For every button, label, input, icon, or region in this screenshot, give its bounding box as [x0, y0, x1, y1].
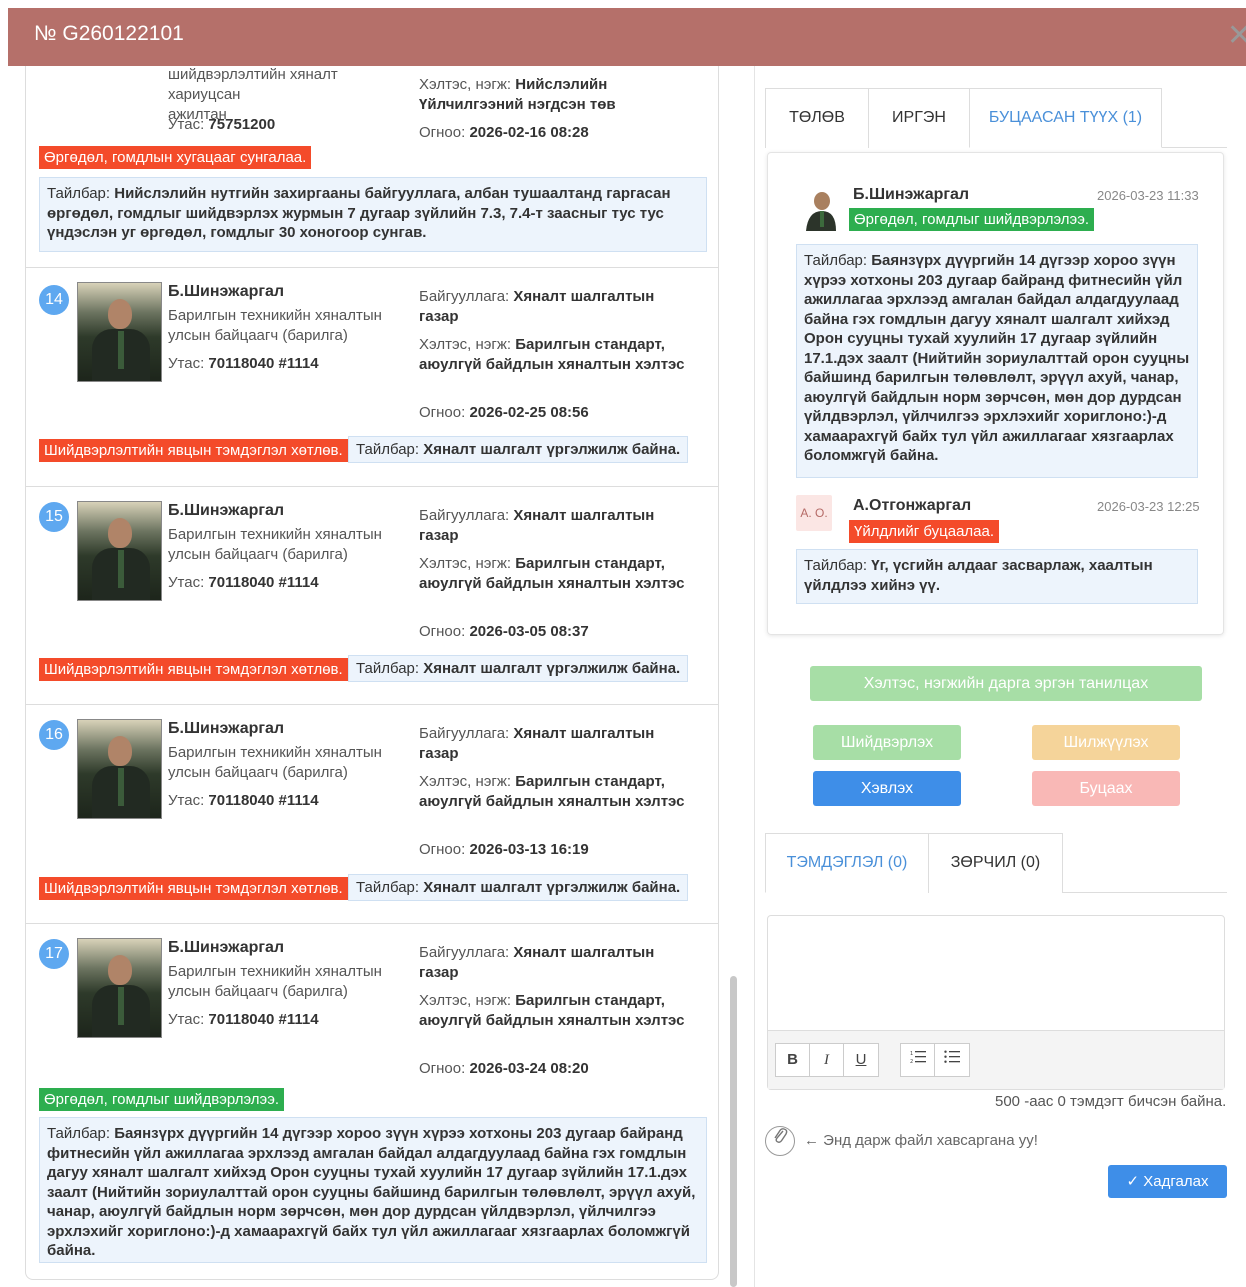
resolve-button[interactable]: Шийдвэрлэх	[813, 725, 961, 760]
bullet-list-icon[interactable]	[935, 1044, 969, 1076]
history-card: 14 Б.Шинэжаргал Барилгын техникийн хянал…	[26, 268, 718, 487]
save-button[interactable]: ✓ Хадгалах	[1108, 1165, 1227, 1198]
person-name: Б.Шинэжаргал	[168, 720, 285, 737]
modal-title: № G260122101	[34, 22, 184, 45]
avatar	[77, 719, 162, 819]
person-position: Барилгын техникийн хяналтын улсын байцаа…	[168, 744, 382, 781]
avatar	[77, 501, 162, 601]
tab-status[interactable]: ТӨЛӨВ	[765, 88, 869, 148]
note-box: Тайлбар: Нийслэлийн нутгийн захиргааны б…	[39, 177, 707, 252]
avatar	[77, 938, 162, 1038]
person-name: Б.Шинэжаргал	[168, 502, 285, 519]
person-phone: Утас: 70118040 #1114	[168, 355, 319, 372]
underline-button[interactable]: U	[844, 1044, 878, 1076]
note-box: Тайлбар: Хяналт шалгалт үргэлжилж байна.	[348, 874, 689, 901]
person-phone: Утас: 70118040 #1114	[168, 1011, 319, 1028]
date-info: Огноо: 2026-03-24 08:20	[419, 1060, 589, 1077]
scrollbar-thumb[interactable]	[730, 976, 737, 1287]
editor-toolbar: B I U 12	[768, 1030, 1224, 1089]
entry-number-badge: 17	[39, 939, 69, 969]
return-button[interactable]: Буцаах	[1032, 771, 1180, 806]
history-timestamp: 2026-03-23 11:33	[1097, 188, 1199, 203]
divider	[754, 66, 755, 1287]
tab-citizen[interactable]: ИРГЭН	[868, 88, 970, 148]
entry-number-badge: 16	[39, 720, 69, 750]
modal-header: № G260122101 ✕	[8, 8, 1246, 66]
notes-tabs: ТЭМДЭГЛЭЛ (0) ЗӨРЧИЛ (0)	[765, 833, 1227, 893]
unit-info: Хэлтэс, нэгж: Барилгын стандарт, аюулгүй…	[419, 992, 685, 1029]
org-info: Байгууллага: Хяналт шалгалтын газар	[419, 288, 655, 325]
status-badge: Өргөдөл, гомдлыг шийдвэрлэлээ.	[849, 208, 1095, 231]
person-phone: Утас: 70118040 #1114	[168, 792, 319, 809]
history-card-top: шийдвэрлэлтийн хяналт хариуцсан ажилтан …	[26, 66, 718, 268]
history-card: 17 Б.Шинэжаргал Барилгын техникийн хянал…	[26, 924, 718, 1279]
org-info: Байгууллага: Хяналт шалгалтын газар	[419, 507, 655, 544]
svg-text:1: 1	[910, 1051, 913, 1057]
unit-info: Хэлтэс, нэгж: Барилгын стандарт, аюулгүй…	[419, 773, 685, 810]
date-info: Огноо: 2026-02-25 08:56	[419, 404, 589, 421]
head-review-button[interactable]: Хэлтэс, нэгжийн дарга эргэн танилцах	[810, 666, 1202, 701]
status-badge: Өргөдөл, гомдлын хугацааг сунгалаа.	[39, 146, 312, 169]
right-tabs: ТӨЛӨВ ИРГЭН БУЦААСАН ТҮҮХ (1)	[765, 88, 1227, 148]
person-position: Барилгын техникийн хяналтын улсын байцаа…	[168, 307, 382, 344]
italic-button[interactable]: I	[810, 1044, 844, 1076]
date-info: Огноо: 2026-02-16 08:28	[419, 124, 589, 141]
format-group: B I U	[775, 1043, 879, 1077]
note-box: Тайлбар: Үг, үсгийн алдааг засварлаж, ха…	[796, 549, 1198, 604]
unit-info: Хэлтэс, нэгж: Нийслэлийн Үйлчилгээний нэ…	[419, 76, 616, 113]
tab-notes[interactable]: ТЭМДЭГЛЭЛ (0)	[765, 833, 929, 893]
date-info: Огноо: 2026-03-13 16:19	[419, 841, 589, 858]
attach-file-link[interactable]: ← Энд дарж файл хавсаргана уу!	[804, 1132, 1038, 1149]
history-list-panel[interactable]: шийдвэрлэлтийн хяналт хариуцсан ажилтан …	[25, 66, 719, 1280]
register-button[interactable]: Хэвлэх	[813, 771, 961, 806]
org-info: Байгууллага: Хяналт шалгалтын газар	[419, 944, 655, 981]
status-badge: Шийдвэрлэлтийн явцын тэмдэглэл хөтлөв.	[39, 877, 348, 900]
person-phone: Утас: 75751200	[168, 116, 276, 133]
avatar-initials: А. О.	[796, 495, 832, 531]
list-group: 12	[900, 1043, 970, 1077]
note-box: Тайлбар: Баянзүрх дүүргийн 14 дүгээр хор…	[39, 1117, 707, 1263]
person-position: Барилгын техникийн хяналтын улсын байцаа…	[168, 526, 382, 563]
history-person-name: А.Отгонжаргал	[853, 497, 972, 514]
note-editor[interactable]: B I U 12	[767, 915, 1225, 1090]
bold-button[interactable]: B	[776, 1044, 810, 1076]
history-timestamp: 2026-03-23 12:25	[1097, 499, 1200, 514]
transfer-button[interactable]: Шилжүүлэх	[1032, 725, 1180, 760]
note-box: Тайлбар: Баянзүрх дүүргийн 14 дүгээр хор…	[796, 244, 1198, 478]
person-phone: Утас: 70118040 #1114	[168, 574, 319, 591]
close-icon[interactable]: ✕	[1227, 18, 1246, 53]
status-badge: Шийдвэрлэлтийн явцын тэмдэглэл хөтлөв.	[39, 658, 348, 681]
unit-info: Хэлтэс, нэгж: Барилгын стандарт, аюулгүй…	[419, 336, 685, 373]
character-counter: 500 -аас 0 тэмдэгт бичсэн байна.	[995, 1093, 1227, 1110]
history-card: 16 Б.Шинэжаргал Барилгын техникийн хянал…	[26, 705, 718, 924]
tab-violations[interactable]: ЗӨРЧИЛ (0)	[928, 833, 1063, 893]
date-info: Огноо: 2026-03-05 08:37	[419, 623, 589, 640]
avatar	[802, 187, 838, 231]
person-position: Барилгын техникийн хяналтын улсын байцаа…	[168, 963, 382, 1000]
status-badge: Өргөдөл, гомдлыг шийдвэрлэлээ.	[39, 1088, 285, 1111]
org-info: Байгууллага: Хяналт шалгалтын газар	[419, 725, 655, 762]
entry-number-badge: 15	[39, 502, 69, 532]
return-history-box: Б.Шинэжаргал 2026-03-23 11:33 Өргөдөл, г…	[767, 152, 1224, 635]
person-name: Б.Шинэжаргал	[168, 283, 285, 300]
paperclip-icon[interactable]	[765, 1126, 795, 1156]
ordered-list-icon[interactable]: 12	[901, 1044, 935, 1076]
note-box: Тайлбар: Хяналт шалгалт үргэлжилж байна.	[348, 436, 689, 463]
tab-return-history[interactable]: БУЦААСАН ТҮҮХ (1)	[969, 88, 1162, 148]
history-card: 15 Б.Шинэжаргал Барилгын техникийн хянал…	[26, 487, 718, 705]
status-badge: Үйлдлийг буцаалаа.	[849, 520, 1000, 543]
history-person-name: Б.Шинэжаргал	[853, 186, 970, 203]
avatar	[77, 282, 162, 382]
svg-text:2: 2	[910, 1059, 913, 1064]
status-badge: Шийдвэрлэлтийн явцын тэмдэглэл хөтлөв.	[39, 439, 348, 462]
note-box: Тайлбар: Хяналт шалгалт үргэлжилж байна.	[348, 655, 689, 682]
person-name: Б.Шинэжаргал	[168, 939, 285, 956]
unit-info: Хэлтэс, нэгж: Барилгын стандарт, аюулгүй…	[419, 555, 685, 592]
entry-number-badge: 14	[39, 285, 69, 315]
